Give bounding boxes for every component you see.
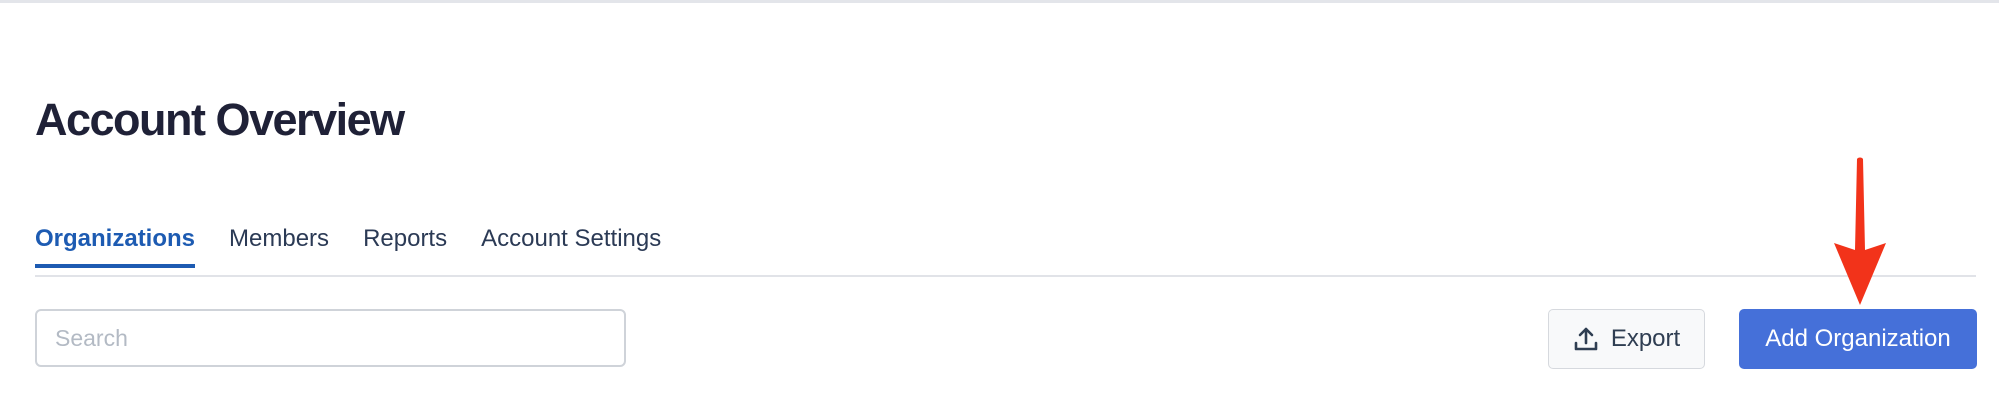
- page: Account Overview Organizations Members R…: [0, 0, 1999, 403]
- export-button[interactable]: Export: [1548, 309, 1705, 369]
- tab-organizations[interactable]: Organizations: [35, 215, 196, 268]
- tab-reports[interactable]: Reports: [363, 215, 447, 265]
- add-organization-button[interactable]: Add Organization: [1739, 309, 1977, 369]
- tabs-divider: [35, 275, 1976, 277]
- top-border: [0, 0, 1999, 3]
- upload-icon: [1573, 326, 1599, 352]
- page-title: Account Overview: [35, 94, 405, 145]
- tab-account-settings[interactable]: Account Settings: [481, 215, 661, 265]
- tab-members[interactable]: Members: [229, 215, 329, 265]
- export-label: Export: [1610, 325, 1681, 352]
- search-input[interactable]: [35, 309, 626, 367]
- tab-bar: Organizations Members Reports Account Se…: [35, 215, 695, 275]
- red-arrow-icon: [1834, 157, 1886, 305]
